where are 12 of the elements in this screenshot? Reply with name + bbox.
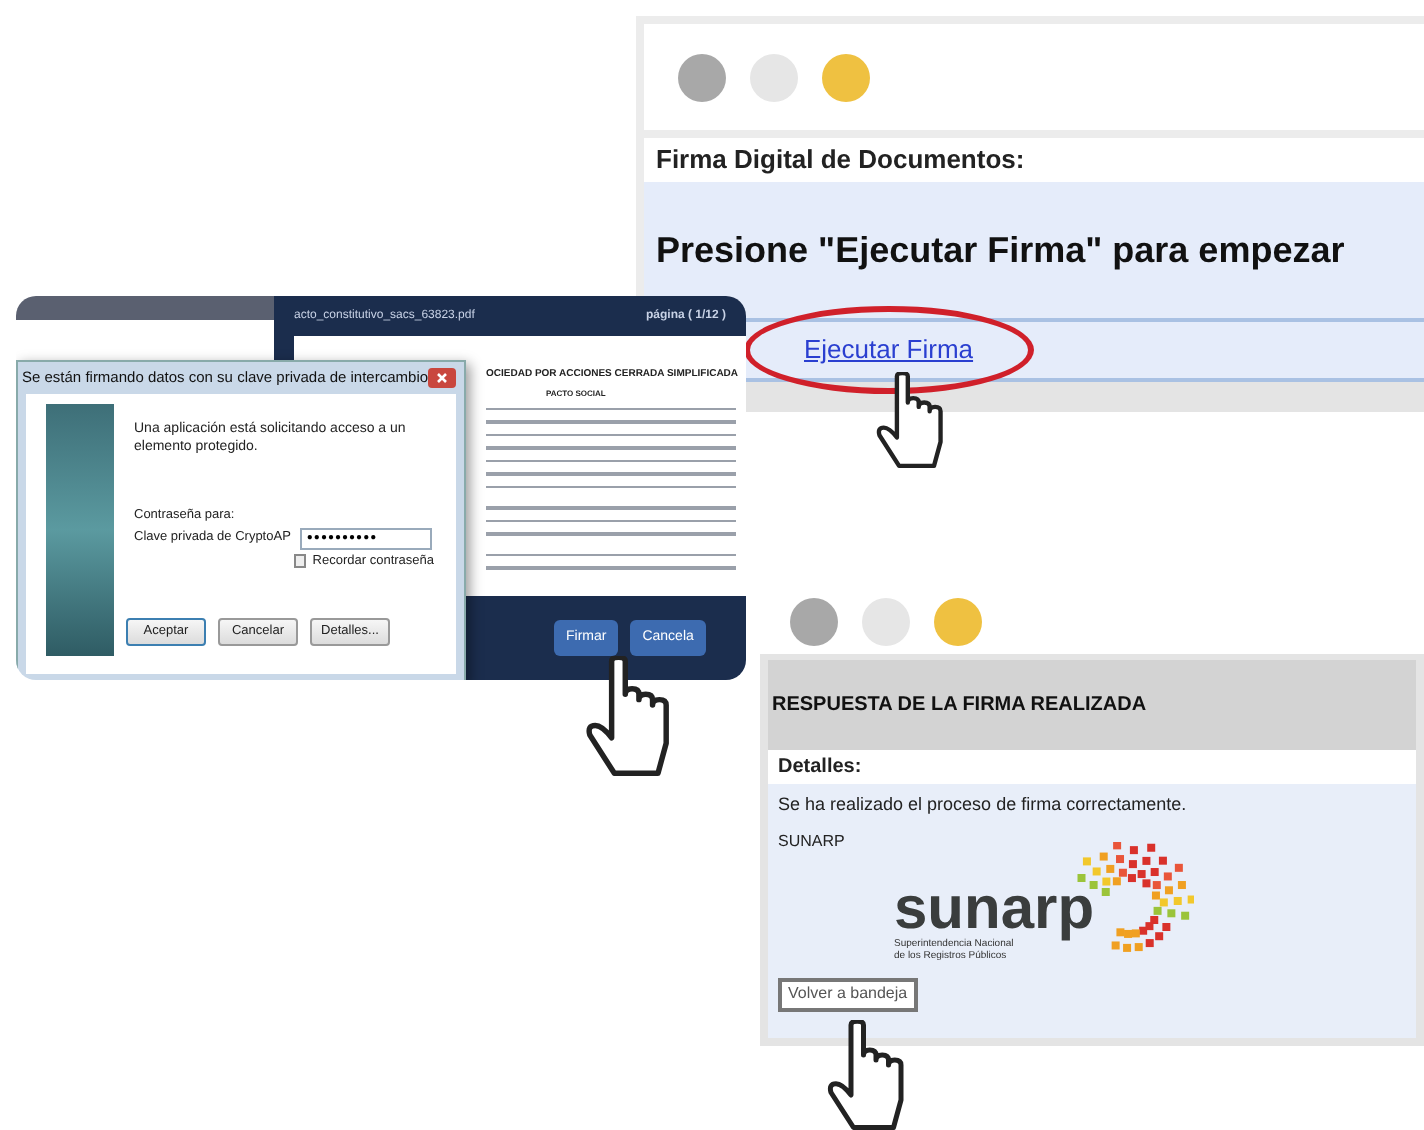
organization-name: SUNARP [778,829,847,853]
logo-wordmark: sunarp [894,881,1095,937]
hand-cursor-icon [584,656,672,776]
close-icon[interactable] [428,368,456,388]
details-label: Detalles: [778,754,862,782]
instruction-heading: Presione "Ejecutar Firma" para empezar [656,227,1345,274]
success-message: Se ha realizado el proceso de firma correctamente. [778,792,1189,818]
execute-sign-link[interactable]: Ejecutar Firma [804,334,974,364]
response-heading: RESPUESTA DE LA FIRMA REALIZADA [772,692,1147,720]
page-title: Firma Digital de Documentos: [656,142,1025,179]
back-to-inbox-button[interactable]: Volver a bandeja [778,977,918,1011]
hand-cursor-icon [874,372,946,468]
